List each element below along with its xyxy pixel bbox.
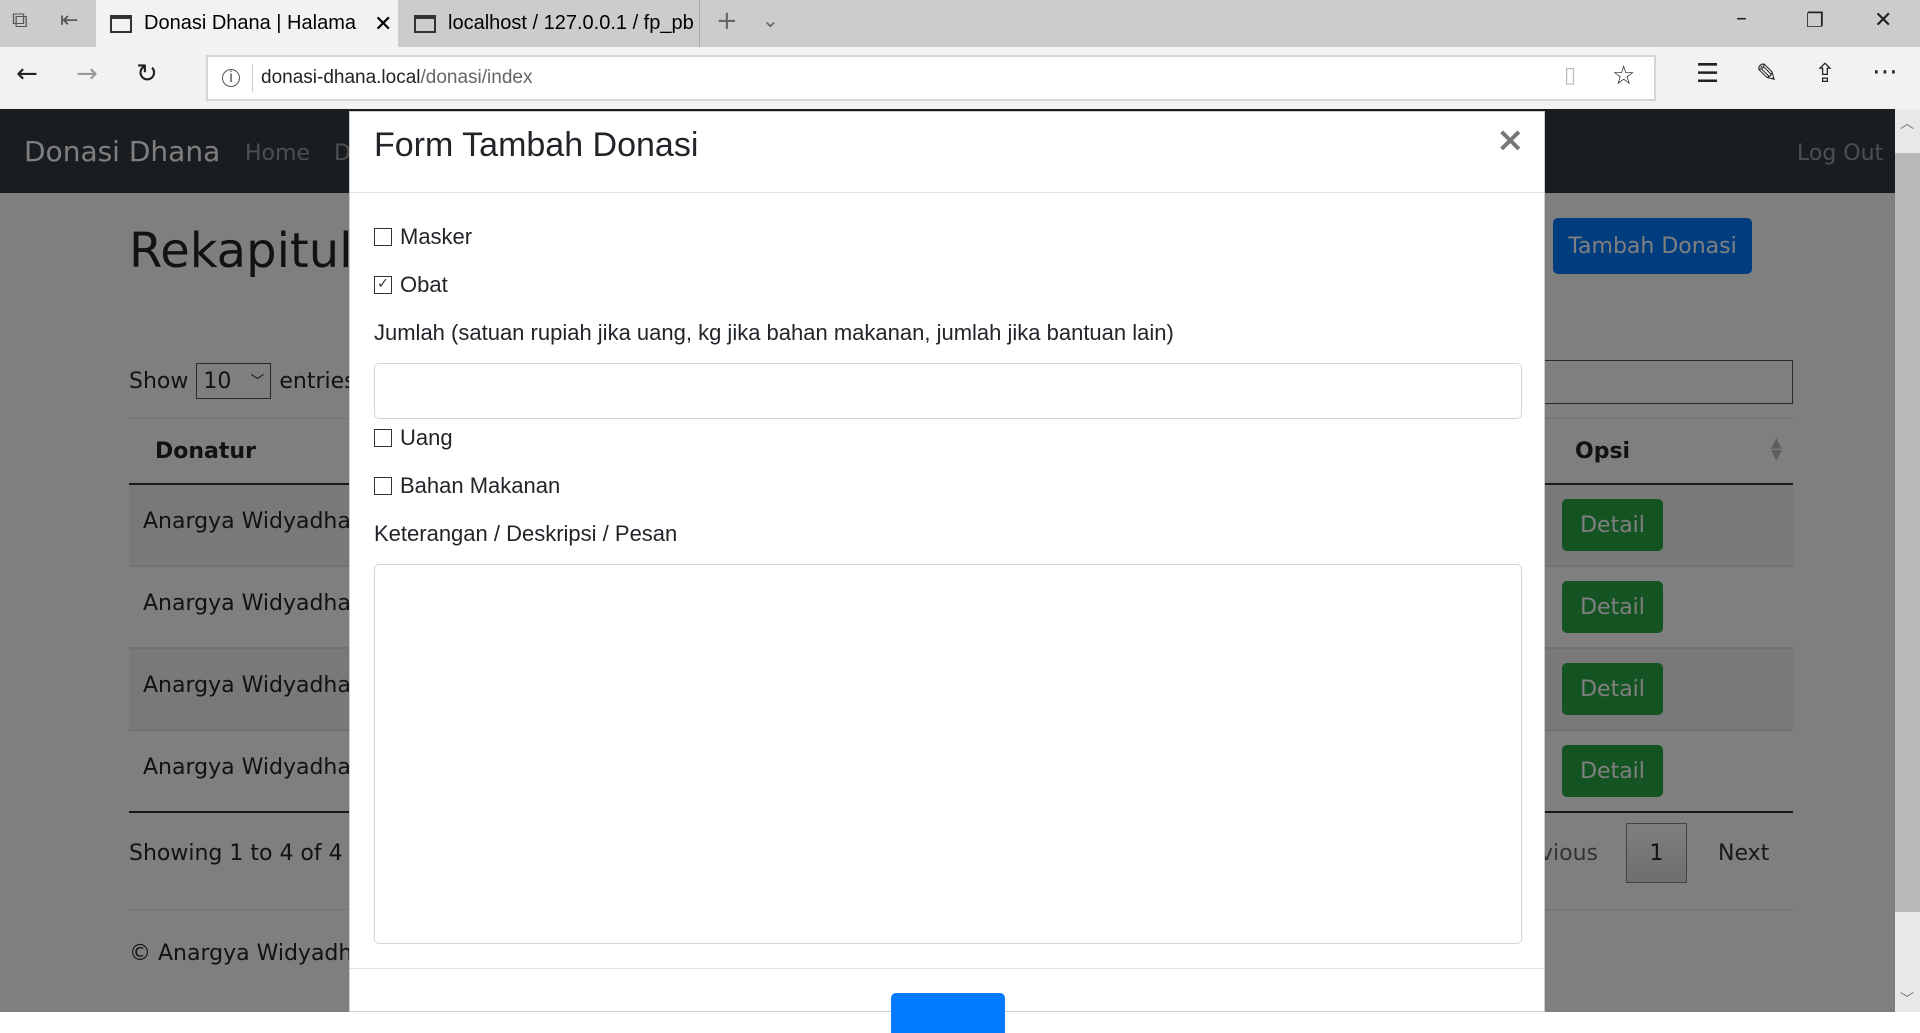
checkbox-box[interactable] <box>374 429 392 447</box>
address-bar-row: ← → ↻ i donasi-dhana.local/donasi/index … <box>0 47 1920 109</box>
tab-overview-icon[interactable]: ⧉ <box>12 8 28 33</box>
page-icon <box>414 14 436 33</box>
tab-title: Donasi Dhana | Halama <box>144 12 356 34</box>
new-tab-icon[interactable]: + <box>716 6 738 36</box>
page-icon <box>110 14 132 33</box>
checkbox-label: Uang <box>400 425 453 450</box>
checkbox-obat[interactable]: ✓ Obat <box>374 272 448 298</box>
pen-icon[interactable]: ✎ <box>1756 59 1778 89</box>
url-host: donasi-dhana.local <box>261 67 421 88</box>
refresh-icon[interactable]: ↻ <box>136 59 158 89</box>
tab-donasi[interactable]: Donasi Dhana | Halama ✕ <box>96 0 398 47</box>
back-icon[interactable]: ← <box>16 59 38 89</box>
modal-footer <box>350 968 1544 969</box>
checkbox-box[interactable] <box>374 477 392 495</box>
close-window-icon[interactable]: ✕ <box>1874 8 1892 33</box>
submit-button[interactable] <box>891 993 1005 1033</box>
close-tab-icon[interactable]: ✕ <box>374 11 392 37</box>
tab-list-chevron-icon[interactable]: ⌄ <box>762 8 779 32</box>
share-icon[interactable]: ⇪ <box>1814 59 1836 89</box>
url-path: /donasi/index <box>420 67 533 88</box>
checkbox-label: Masker <box>400 224 473 249</box>
set-aside-tabs-icon[interactable]: ⇤ <box>60 8 78 33</box>
checkbox-box[interactable] <box>374 228 392 246</box>
minimize-icon[interactable]: – <box>1736 6 1747 31</box>
close-icon[interactable]: × <box>1496 120 1525 160</box>
more-icon[interactable]: ⋯ <box>1872 57 1898 87</box>
modal-header: Form Tambah Donasi × <box>350 112 1544 193</box>
favorites-list-icon[interactable]: ☰ <box>1696 59 1719 89</box>
checkbox-label: Obat <box>400 272 448 297</box>
tab-bar: ⧉ ⇤ Donasi Dhana | Halama ✕ localhost / … <box>0 0 1920 47</box>
scrollbar[interactable]: ︿ ﹀ <box>1895 109 1920 1012</box>
scroll-down-icon[interactable]: ﹀ <box>1900 989 1914 1009</box>
scroll-up-icon[interactable]: ︿ <box>1900 113 1914 133</box>
info-icon[interactable]: i <box>222 69 240 87</box>
reading-view-icon[interactable]: ▯ <box>1564 63 1576 88</box>
scrollbar-thumb[interactable] <box>1895 153 1920 912</box>
checkbox-masker[interactable]: Masker <box>374 224 472 250</box>
keterangan-textarea[interactable] <box>374 564 1522 944</box>
url-input[interactable]: i donasi-dhana.local/donasi/index ▯ ☆ <box>206 55 1656 101</box>
checkbox-checked[interactable]: ✓ <box>374 276 392 294</box>
checkbox-uang[interactable]: Uang <box>374 425 453 451</box>
forward-icon[interactable]: → <box>76 59 98 89</box>
modal-title: Form Tambah Donasi <box>374 126 699 164</box>
jumlah-input[interactable] <box>374 363 1522 419</box>
tab-localhost[interactable]: localhost / 127.0.0.1 / fp_pb <box>400 0 700 47</box>
jumlah-label: Jumlah (satuan rupiah jika uang, kg jika… <box>374 320 1174 345</box>
checkbox-bahan-makanan[interactable]: Bahan Makanan <box>374 473 560 499</box>
tab-title: localhost / 127.0.0.1 / fp_pb <box>448 12 694 34</box>
checkbox-label: Bahan Makanan <box>400 473 561 498</box>
favorite-star-icon[interactable]: ☆ <box>1612 61 1635 91</box>
form-tambah-donasi-modal: Form Tambah Donasi × Masker ✓ Obat Jumlah… <box>349 111 1545 1033</box>
restore-icon[interactable]: ❐ <box>1806 8 1824 32</box>
keterangan-label: Keterangan / Deskripsi / Pesan <box>374 521 678 546</box>
